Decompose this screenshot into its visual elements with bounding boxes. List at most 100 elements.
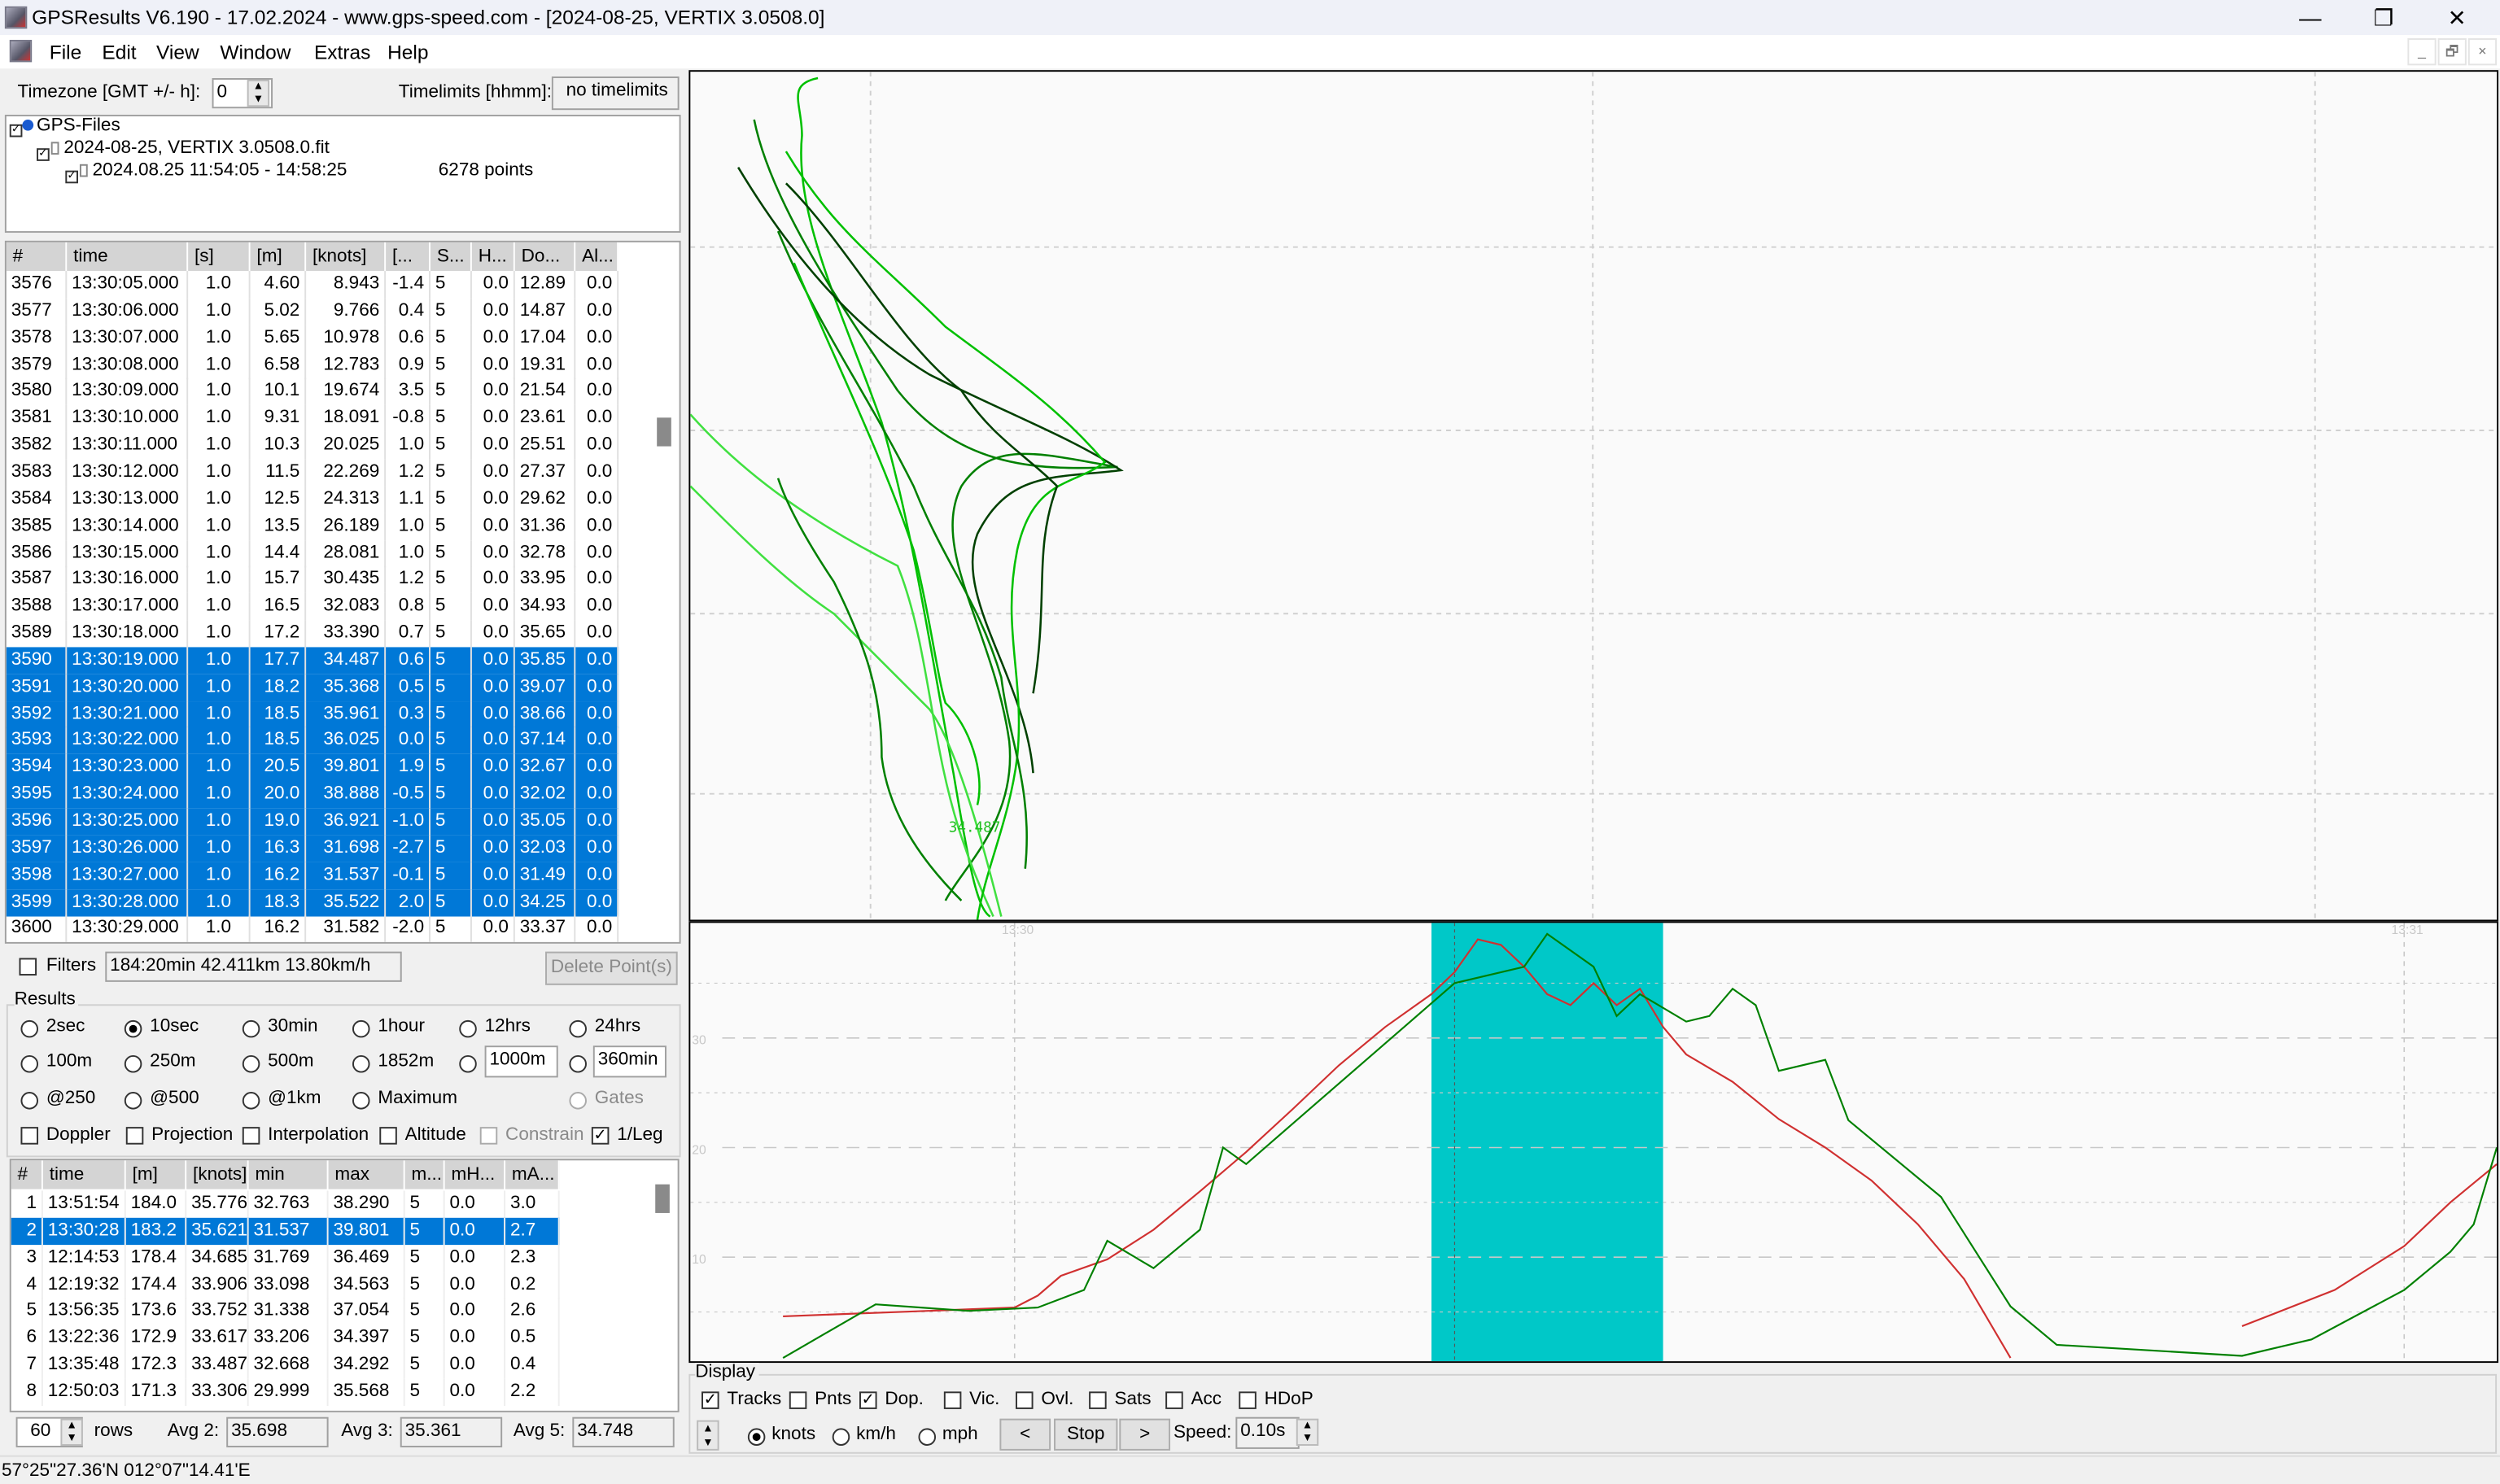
results-column-header-8[interactable]: mA... — [505, 1160, 560, 1189]
table-row[interactable]: 3596 13:30:25.000 1.0 19.0 36.921 -1.0 5 0.0 35.… — [6, 808, 619, 836]
column-header-5[interactable]: [... — [386, 242, 431, 272]
column-header-0[interactable]: # — [6, 242, 68, 272]
table-row[interactable]: 3586 13:30:15.000 1.0 14.4 28.081 1.0 5 0.0 32.7… — [7, 539, 619, 567]
column-header-6[interactable]: S... — [430, 242, 472, 272]
table-row[interactable]: 3597 13:30:26.000 1.0 16.3 31.698 -2.7 5 0.0 32.… — [6, 835, 619, 862]
playback-speed-spinner[interactable]: ▲ ▼ — [1296, 1418, 1319, 1446]
radio-10sec[interactable] — [124, 1019, 142, 1038]
filters-checkbox[interactable] — [19, 958, 37, 976]
column-header-7[interactable]: H... — [471, 242, 515, 272]
checkbox-1leg[interactable]: ✓ — [591, 1127, 610, 1145]
graph-scale-spinner[interactable]: ▲ ▼ — [697, 1420, 719, 1451]
mdi-restore-button[interactable]: 🗗 — [2437, 38, 2467, 66]
table-row[interactable]: 3582 13:30:11.000 1.0 10.3 20.025 1.0 5 0.0 25.5… — [7, 432, 619, 460]
results-row[interactable]: 5 13:56:35 173.6 33.752 31.338 37.054 5 0.0 2.6 — [11, 1298, 560, 1325]
menu-extras[interactable]: Extras — [314, 41, 370, 63]
radio-30min[interactable] — [242, 1019, 260, 1038]
table-row[interactable]: 3598 13:30:27.000 1.0 16.2 31.537 -0.1 5 0.0 31.… — [6, 862, 619, 889]
tree-file-checkbox[interactable]: ✓ — [37, 148, 50, 161]
radio-1852m[interactable] — [352, 1054, 370, 1073]
radio-24hrs[interactable] — [569, 1019, 587, 1038]
checkbox-altitude[interactable] — [379, 1127, 397, 1145]
table-row[interactable]: 3593 13:30:22.000 1.0 18.5 36.025 0.0 5 0.0 37.1… — [6, 727, 619, 755]
unit-radio-knots[interactable] — [747, 1428, 766, 1446]
playback-speed-input[interactable]: 0.10s — [1235, 1416, 1300, 1449]
custom-time-input[interactable]: 360min — [592, 1045, 667, 1078]
points-table-scrollbar-thumb[interactable] — [657, 417, 671, 447]
table-row[interactable]: 3592 13:30:21.000 1.0 18.5 35.961 0.3 5 0.0 38.6… — [6, 701, 619, 728]
minimize-button[interactable]: — — [2274, 0, 2347, 35]
table-row[interactable]: 3581 13:30:10.000 1.0 9.31 18.091 -0.8 5 0.0 23.… — [7, 405, 619, 433]
mdi-close-button[interactable]: × — [2467, 38, 2498, 66]
radio-@500[interactable] — [124, 1092, 142, 1110]
timezone-spinner[interactable]: ▲ ▼ — [247, 79, 270, 107]
stop-button[interactable]: Stop — [1054, 1418, 1118, 1451]
table-row[interactable]: 3585 13:30:14.000 1.0 13.5 26.189 1.0 5 0.0 31.3… — [7, 513, 619, 540]
menu-file[interactable]: File — [50, 41, 81, 63]
column-header-4[interactable]: [knots] — [306, 242, 387, 272]
close-button[interactable]: ✕ — [2420, 0, 2493, 35]
table-row[interactable]: 3580 13:30:09.000 1.0 10.1 19.674 3.5 5 0.0 21.5… — [7, 378, 619, 406]
table-row[interactable]: 3599 13:30:28.000 1.0 18.3 35.522 2.0 5 0.0 34.2… — [6, 888, 619, 916]
table-row[interactable]: 3589 13:30:18.000 1.0 17.2 33.390 0.7 5 0.0 35.6… — [7, 620, 619, 648]
results-column-header-0[interactable]: # — [11, 1160, 43, 1189]
results-column-header-4[interactable]: min — [248, 1160, 329, 1189]
radio-250m[interactable] — [124, 1054, 142, 1073]
column-header-1[interactable]: time — [67, 242, 189, 272]
track-map[interactable]: 34.487 — [688, 70, 2499, 922]
menu-view[interactable]: View — [156, 41, 199, 63]
display-checkbox-tracks[interactable]: ✓ — [701, 1391, 719, 1409]
speed-graph-canvas[interactable]: 10 20 30 13:30 13:31 — [690, 923, 2498, 1362]
results-column-header-6[interactable]: m... — [404, 1160, 445, 1189]
tree-track-label[interactable]: 2024.08.25 11:54:05 - 14:58:25 — [93, 161, 347, 181]
radio-custom-4[interactable] — [459, 1054, 477, 1073]
radio-custom-5[interactable] — [569, 1054, 587, 1073]
results-row[interactable]: 2 13:30:28 183.2 35.621 31.537 39.801 5 0.0 2.7 — [11, 1217, 560, 1245]
menu-window[interactable]: Window — [220, 41, 291, 63]
table-row[interactable]: 3583 13:30:12.000 1.0 11.5 22.269 1.2 5 0.0 27.3… — [7, 459, 619, 487]
column-header-3[interactable]: [m] — [250, 242, 307, 272]
mdi-minimize-button[interactable]: _ — [2407, 38, 2437, 66]
table-row[interactable]: 3600 13:30:29.000 1.0 16.2 31.582 -2.0 5 0.0 33.… — [7, 915, 619, 942]
checkbox-doppler[interactable] — [20, 1127, 39, 1145]
display-checkbox-vic[interactable] — [943, 1391, 962, 1409]
radio-12hrs[interactable] — [459, 1019, 477, 1038]
table-row[interactable]: 3576 13:30:05.000 1.0 4.60 8.943 -1.4 5 0.0 12.8… — [7, 271, 619, 299]
radio-1hour[interactable] — [352, 1019, 370, 1038]
checkbox-projection[interactable] — [125, 1127, 144, 1145]
column-header-8[interactable]: Do... — [514, 242, 576, 272]
radio-Maximum[interactable] — [352, 1092, 370, 1110]
radio-500m[interactable] — [242, 1054, 260, 1073]
table-row[interactable]: 3587 13:30:16.000 1.0 15.7 30.435 1.2 5 0.0 33.9… — [7, 566, 619, 594]
delete-points-button[interactable]: Delete Point(s) — [545, 951, 678, 985]
checkbox-interpolation[interactable] — [242, 1127, 260, 1145]
menu-help[interactable]: Help — [387, 41, 428, 63]
unit-radio-kmh[interactable] — [832, 1428, 850, 1446]
results-row[interactable]: 6 13:22:36 172.9 33.617 33.206 34.397 5 0.0 0.5 — [11, 1325, 560, 1352]
column-header-2[interactable]: [s] — [188, 242, 251, 272]
results-table-scrollbar-thumb[interactable] — [655, 1184, 670, 1213]
table-row[interactable]: 3595 13:30:24.000 1.0 20.0 38.888 -0.5 5 0.0 32.… — [6, 781, 619, 809]
display-checkbox-hdop[interactable] — [1239, 1391, 1257, 1409]
rows-spinner[interactable]: ▲ ▼ — [60, 1418, 83, 1446]
results-row[interactable]: 4 12:19:32 174.4 33.906 33.098 34.563 5 0.0 0.2 — [11, 1271, 560, 1298]
radio-@1km[interactable] — [242, 1092, 260, 1110]
results-row[interactable]: 3 12:14:53 178.4 34.685 31.769 36.469 5 0.0 2.3 — [11, 1244, 560, 1272]
unit-radio-mph[interactable] — [918, 1428, 937, 1446]
prev-button[interactable]: < — [999, 1418, 1051, 1451]
results-column-header-2[interactable]: [m] — [125, 1160, 187, 1189]
radio-Gates[interactable] — [569, 1092, 587, 1110]
results-row[interactable]: 1 13:51:54 184.0 35.776 32.763 38.290 5 0.0 3.0 — [11, 1190, 560, 1218]
results-row[interactable]: 8 12:50:03 171.3 33.306 29.999 35.568 5 0.0 2.2 — [11, 1378, 560, 1406]
table-row[interactable]: 3578 13:30:07.000 1.0 5.65 10.978 0.6 5 0.0 17.0… — [7, 325, 619, 352]
radio-@250[interactable] — [20, 1092, 39, 1110]
radio-2sec[interactable] — [20, 1019, 39, 1038]
display-checkbox-ovl[interactable] — [1015, 1391, 1034, 1409]
timelimits-input[interactable]: no timelimits — [551, 76, 680, 111]
table-row[interactable]: 3590 13:30:19.000 1.0 17.7 34.487 0.6 5 0.0 35.8… — [6, 647, 619, 674]
results-column-header-7[interactable]: mH... — [444, 1160, 506, 1189]
radio-100m[interactable] — [20, 1054, 39, 1073]
tree-root-label[interactable]: GPS-Files — [37, 116, 120, 136]
table-row[interactable]: 3577 13:30:06.000 1.0 5.02 9.766 0.4 5 0.0 14.87… — [7, 298, 619, 325]
table-row[interactable]: 3591 13:30:20.000 1.0 18.2 35.368 0.5 5 0.0 39.0… — [6, 674, 619, 701]
